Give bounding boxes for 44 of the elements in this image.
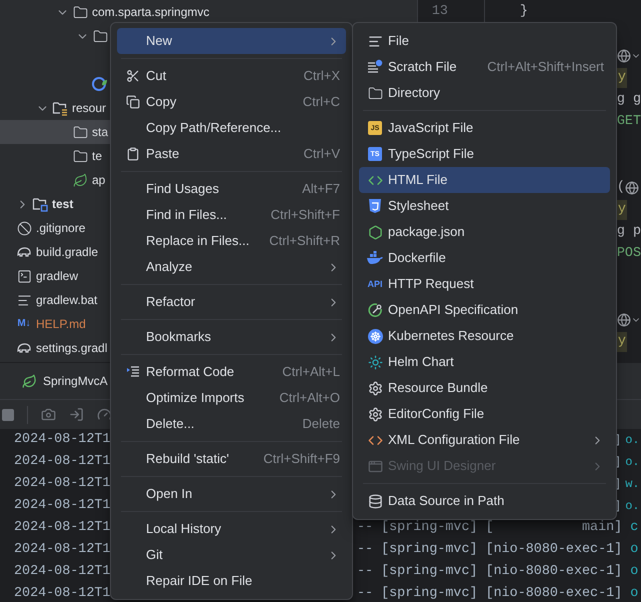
code-text: g p [616, 222, 641, 241]
log-time: 2024-08-12T1 [13, 474, 110, 493]
code-text: ( [616, 178, 625, 197]
tree-label: te [92, 148, 102, 165]
log-logger: o. [630, 562, 641, 581]
log-logger: o. [625, 454, 640, 471]
log-logger: o. [630, 540, 641, 559]
code-text: y [616, 200, 627, 220]
tree-label: ap [92, 172, 106, 189]
tree-label: build.gradle [36, 244, 98, 261]
tree-label: resour [72, 100, 106, 117]
line-number: 13 [430, 2, 449, 21]
tree-label: gradlew [36, 268, 78, 285]
log-time: 2024-08-12T1 [13, 584, 110, 602]
log-time: 2024-08-12T1 [13, 430, 110, 449]
tree-label: HELP.md [36, 316, 86, 333]
tree-label: gradlew.bat [36, 292, 98, 309]
file-type-label: API [367, 280, 382, 288]
tree-label: .gitignore [36, 220, 86, 237]
log-logger: o. [625, 498, 640, 515]
log-thread: -- [spring-mvc] [nio-8080-exec-1] [357, 584, 622, 602]
log-logger: w. [625, 476, 640, 493]
tree-label: test [52, 196, 74, 213]
code-text: g g [616, 90, 641, 109]
log-logger: o. [630, 584, 641, 602]
log-logger: c. [630, 518, 641, 537]
file-type-label: M↓ [17, 319, 31, 329]
log-thread: -- [spring-mvc] [nio-8080-exec-1] [357, 562, 622, 581]
tree-label: com.sparta.springmvc [92, 4, 210, 21]
code-text: y [616, 332, 627, 352]
log-time: 2024-08-12T1 [13, 518, 110, 537]
log-time: 2024-08-12T1 [13, 452, 110, 471]
code-text: y [616, 68, 627, 88]
log-time: 2024-08-12T1 [13, 562, 110, 581]
code-text: } [520, 2, 528, 21]
code-text: POS [616, 244, 641, 263]
log-time: 2024-08-12T1 [13, 540, 110, 559]
log-thread: -- [spring-mvc] [ main] [357, 518, 622, 537]
log-thread: -- [spring-mvc] [nio-8080-exec-1] [357, 540, 622, 559]
code-text: GET [616, 112, 641, 131]
tree-label: sta [92, 124, 108, 141]
log-logger: o. [625, 432, 640, 449]
log-time: 2024-08-12T1 [13, 496, 110, 515]
tree-label: settings.gradl [36, 340, 108, 357]
